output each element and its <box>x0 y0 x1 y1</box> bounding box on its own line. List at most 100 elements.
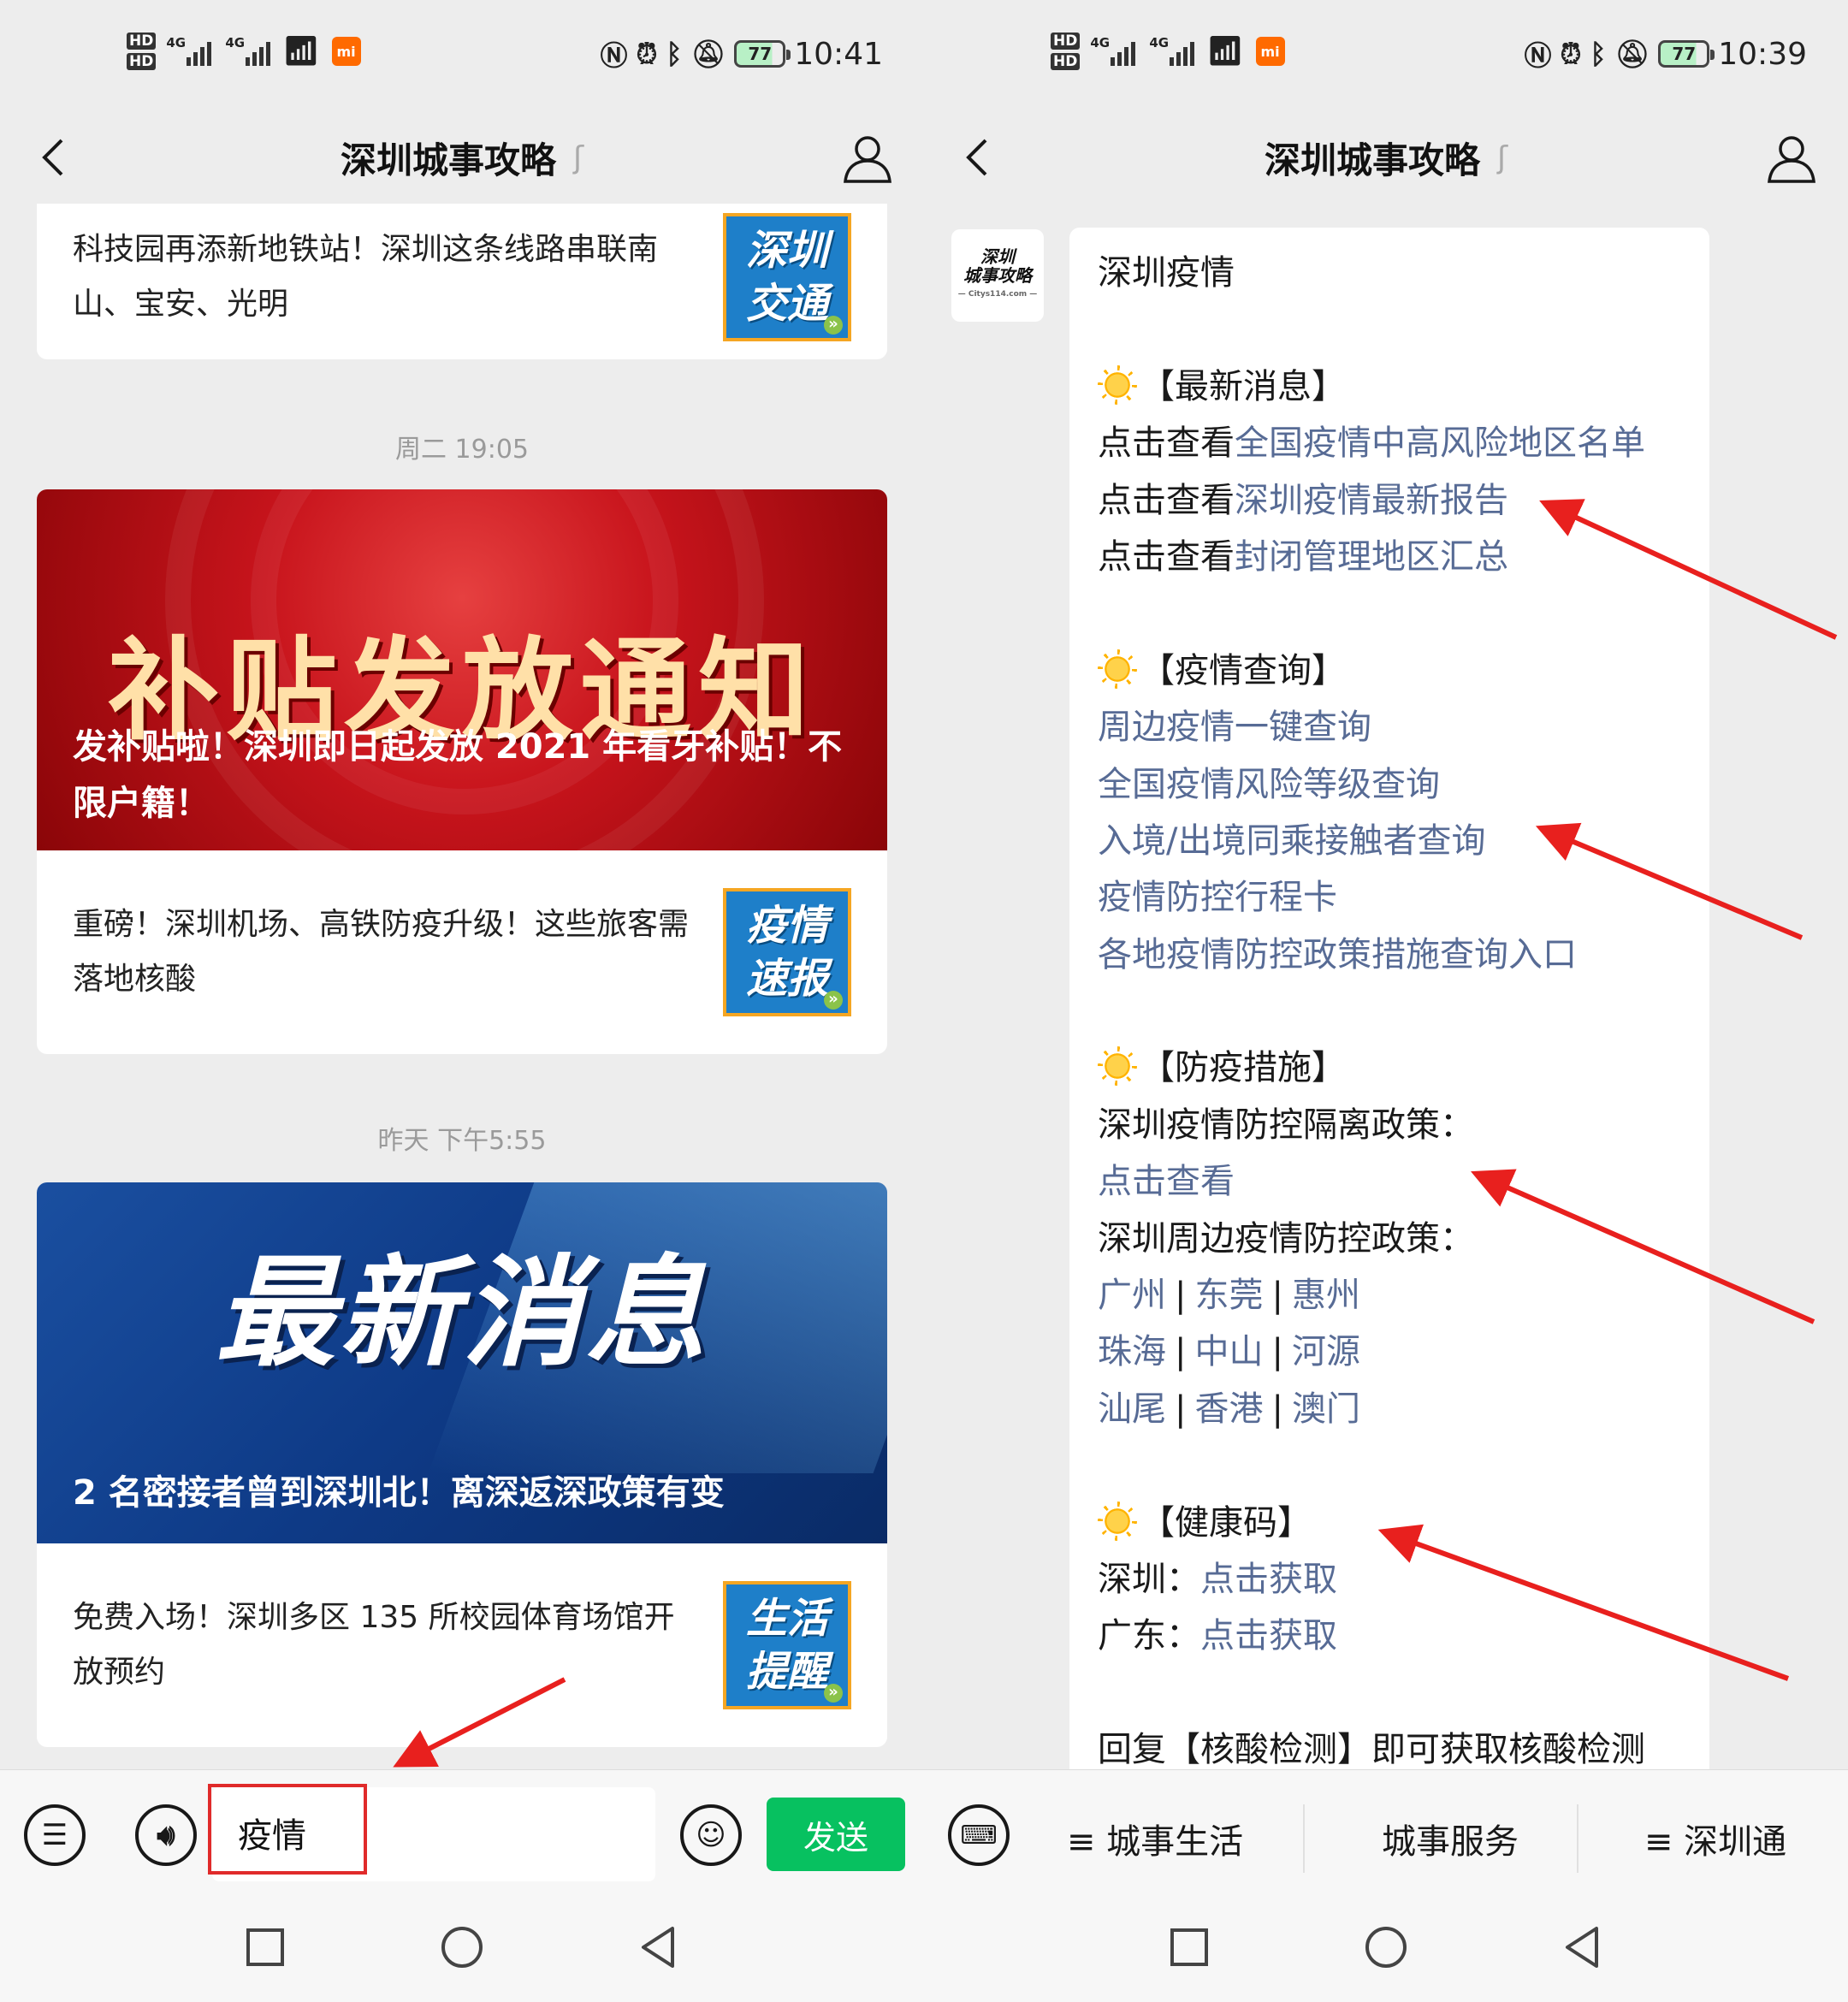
link-get-code[interactable]: 点击获取 <box>1200 1616 1337 1656</box>
menu-bar: ⌨ ≡ 城事生活 城事服务 ≡ 深圳通 <box>924 1769 1848 1906</box>
message-title: 深圳疫情 <box>1098 253 1235 293</box>
banner-caption: 2 名密接者曾到深圳北！离深返深政策有变 <box>73 1473 725 1513</box>
nav-square-icon[interactable] <box>1165 1923 1213 1971</box>
section-heading: 【最新消息】 <box>1098 358 1709 415</box>
link-city[interactable]: 澳门 <box>1292 1389 1360 1429</box>
voice-icon[interactable]: 🔊︎ <box>135 1804 197 1866</box>
link-city[interactable]: 香港 <box>1194 1389 1263 1429</box>
signal-icon: 4G <box>1149 35 1195 66</box>
article-card[interactable]: 补贴发放通知 发补贴啦！深圳即日起发放 2021 年看牙补贴！不限户籍！ 重磅！… <box>37 489 887 1054</box>
battery-icon: 77 <box>1658 40 1715 68</box>
health-code-label: 广东： <box>1098 1616 1200 1656</box>
nfc-icon: Ⓝ <box>600 39 628 72</box>
alarm-icon: ⏰︎ <box>1560 37 1582 70</box>
link-risk-level-query[interactable]: 全国疫情风险等级查询 <box>1098 765 1440 804</box>
policy-label: 深圳疫情防控隔离政策： <box>1098 1105 1474 1145</box>
timestamp: 昨天 下午5:55 <box>377 1126 547 1156</box>
chat-area: 深圳 城事攻略 — Citys114.com — 深圳疫情 【最新消息】 点击查… <box>924 204 1848 1769</box>
mute-icon: 🔕︎ <box>1614 38 1650 70</box>
account-avatar[interactable]: 深圳 城事攻略 — Citys114.com — <box>951 229 1044 322</box>
article-title: 重磅！深圳机场、高铁防疫升级！这些旅客需落地核酸 <box>73 907 690 997</box>
nav-back-icon[interactable] <box>1559 1923 1607 1971</box>
link-policy-query[interactable]: 各地疫情防控政策措施查询入口 <box>1098 935 1577 974</box>
sun-icon <box>1098 1046 1137 1087</box>
mute-icon: 🔕︎ <box>690 38 726 70</box>
wifi-icon: 📶︎ <box>282 34 320 68</box>
emoji-icon[interactable]: ☺ <box>680 1804 742 1866</box>
article-card[interactable]: 科技园再添新地铁站！深圳这条线路串联南山、宝安、光明 深圳 交通 <box>37 204 887 359</box>
article-card[interactable]: 最新消息 2 名密接者曾到深圳北！离深返深政策有变 免费入场！深圳多区 135 … <box>37 1182 887 1747</box>
wifi-icon: 📶︎ <box>1206 34 1244 68</box>
banner-headline: 最新消息 <box>215 1244 708 1383</box>
mi-icon: mi <box>331 37 361 66</box>
menu-list-icon[interactable]: ☰ <box>24 1804 86 1866</box>
link-latest-report[interactable]: 深圳疫情最新报告 <box>1235 481 1508 520</box>
link-high-risk-list[interactable]: 全国疫情中高风险地区名单 <box>1235 424 1645 463</box>
ear-icon[interactable]: ʃ <box>1497 140 1507 175</box>
nav-circle-icon[interactable] <box>438 1923 486 1971</box>
link-get-code[interactable]: 点击获取 <box>1200 1560 1337 1599</box>
sun-icon <box>1098 649 1137 689</box>
nav-circle-icon[interactable] <box>1362 1923 1410 1971</box>
left-screenshot: HD HD 4G 4G 📶︎ mi Ⓝ ⏰︎ ᛒ 🔕︎ 77 10:41 深圳城事… <box>0 0 924 2002</box>
menu-shenzhen-tong[interactable]: ≡ 深圳通 <box>1587 1770 1844 1907</box>
person-icon[interactable] <box>840 130 895 185</box>
status-bar: HD HD 4G 4G 📶︎ mi Ⓝ ⏰︎ ᛒ 🔕︎ 77 10:39 <box>924 0 1848 111</box>
highlight-box <box>208 1784 367 1875</box>
link-city[interactable]: 惠州 <box>1292 1276 1360 1315</box>
link-contact-query[interactable]: 入境/出境同乘接触者查询 <box>1098 821 1485 861</box>
link-city[interactable]: 东莞 <box>1194 1276 1263 1315</box>
right-screenshot: HD HD 4G 4G 📶︎ mi Ⓝ ⏰︎ ᛒ 🔕︎ 77 10:39 深圳城事… <box>924 0 1848 2002</box>
status-bar: HD HD 4G 4G 📶︎ mi Ⓝ ⏰︎ ᛒ 🔕︎ 77 10:41 <box>0 0 924 111</box>
account-title: 深圳城事攻略 <box>340 139 556 181</box>
clock: 10:39 <box>1718 36 1807 72</box>
back-icon[interactable] <box>29 132 80 183</box>
link-view-policy[interactable]: 点击查看 <box>1098 1162 1235 1201</box>
link-city[interactable]: 中山 <box>1194 1332 1263 1371</box>
person-icon[interactable] <box>1764 130 1819 185</box>
send-button[interactable]: 发送 <box>767 1798 905 1871</box>
health-code-label: 深圳： <box>1098 1559 1200 1599</box>
clock: 10:41 <box>794 36 883 72</box>
article-banner: 补贴发放通知 发补贴啦！深圳即日起发放 2021 年看牙补贴！不限户籍！ <box>37 489 887 850</box>
nav-back-icon[interactable] <box>635 1923 683 1971</box>
link-prefix: 点击查看 <box>1098 424 1235 464</box>
nav-square-icon[interactable] <box>241 1923 289 1971</box>
link-prefix: 点击查看 <box>1098 536 1235 577</box>
menu-city-service[interactable]: 城事服务 <box>1313 1770 1587 1907</box>
nav-bar <box>0 1906 924 2002</box>
bluetooth-icon: ᛒ <box>666 38 683 70</box>
link-nearby-query[interactable]: 周边疫情一键查询 <box>1098 708 1371 747</box>
hd-icon: HD HD <box>127 31 157 72</box>
link-travel-card[interactable]: 疫情防控行程卡 <box>1098 878 1337 917</box>
link-prefix: 点击查看 <box>1098 480 1235 520</box>
link-city[interactable]: 汕尾 <box>1098 1389 1166 1429</box>
article-title: 科技园再添新地铁站！深圳这条线路串联南山、宝安、光明 <box>73 232 659 322</box>
signal-icon: 4G <box>225 35 271 66</box>
link-closed-areas[interactable]: 封闭管理地区汇总 <box>1235 537 1508 577</box>
mi-icon: mi <box>1255 37 1285 66</box>
sun-icon <box>1098 364 1137 405</box>
battery-icon: 77 <box>734 40 791 68</box>
ear-icon[interactable]: ʃ <box>573 140 583 175</box>
hd-icon: HD HD <box>1051 31 1081 72</box>
message-bubble: 深圳疫情 【最新消息】 点击查看全国疫情中高风险地区名单 点击查看深圳疫情最新报… <box>1069 228 1709 1769</box>
message-footer: 回复【核酸检测】即可获取核酸检测 <box>1098 1730 1645 1769</box>
account-title: 深圳城事攻略 <box>1264 139 1480 181</box>
link-city[interactable]: 广州 <box>1098 1276 1166 1315</box>
title-bar: 深圳城事攻略 ʃ <box>0 111 924 204</box>
article-thumbnail: 疫情 速报 <box>723 888 851 1016</box>
sun-icon <box>1098 1501 1137 1541</box>
timestamp: 周二 19:05 <box>395 435 529 465</box>
menu-city-life[interactable]: ≡ 城事生活 <box>1052 1770 1258 1907</box>
article-thumbnail: 生活 提醒 <box>723 1581 851 1709</box>
section-heading: 【疫情查询】 <box>1098 643 1709 699</box>
back-icon[interactable] <box>953 132 1004 183</box>
link-city[interactable]: 河源 <box>1292 1332 1360 1371</box>
link-city[interactable]: 珠海 <box>1098 1332 1166 1371</box>
keyboard-icon[interactable]: ⌨ <box>948 1804 1010 1866</box>
chat-area: 科技园再添新地铁站！深圳这条线路串联南山、宝安、光明 深圳交通 周二 19:05… <box>0 204 924 1769</box>
input-bar: ☰ 🔊︎ 疫情 ☺ 发送 <box>0 1769 924 1906</box>
title-bar: 深圳城事攻略 ʃ <box>924 111 1848 204</box>
banner-caption: 发补贴啦！深圳即日起发放 2021 年看牙补贴！不限户籍！ <box>73 727 843 823</box>
